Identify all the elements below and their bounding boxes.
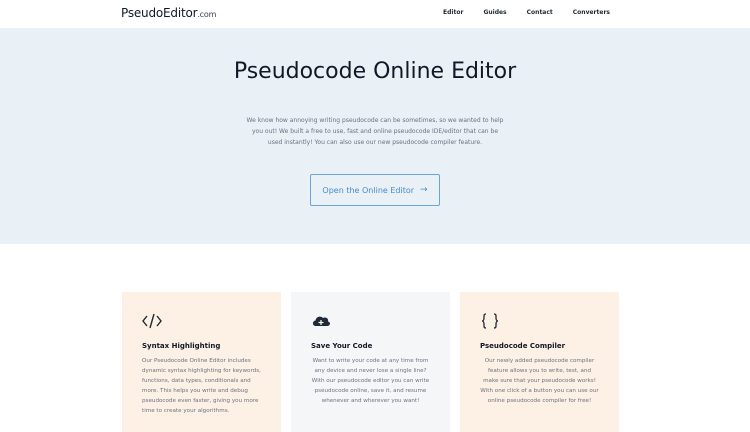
open-editor-label: Open the Online Editor <box>322 185 415 195</box>
nav-link-converters[interactable]: Converters <box>573 9 610 16</box>
hero-description: We know how annoying writing pseudocode … <box>246 117 504 146</box>
hero-section: Pseudocode Online Editor We know how ann… <box>0 28 750 244</box>
feature-title: Syntax Highlighting <box>142 342 221 350</box>
feature-card-compiler: Pseudocode Compiler Our newly added pseu… <box>460 292 619 432</box>
open-editor-button[interactable]: Open the Online Editor → <box>310 174 440 206</box>
curly-braces-icon <box>480 312 504 334</box>
top-navbar: PseudoEditor.com Editor Guides Contact C… <box>0 0 750 28</box>
brand-tld: .com <box>197 10 217 19</box>
feature-title: Pseudocode Compiler <box>480 342 566 350</box>
code-tag-icon <box>142 312 166 334</box>
nav-link-guides[interactable]: Guides <box>483 9 506 16</box>
brand-logo[interactable]: PseudoEditor.com <box>121 6 216 20</box>
nav-link-contact[interactable]: Contact <box>527 9 553 16</box>
brand-name: PseudoEditor <box>121 6 198 20</box>
hero-title: Pseudocode Online Editor <box>233 59 517 84</box>
nav-links: Editor Guides Contact Converters <box>423 9 610 16</box>
feature-card-save-code: Save Your Code Want to write your code a… <box>291 292 450 432</box>
feature-description: Our newly added pseudocode compiler feat… <box>480 358 599 404</box>
feature-title: Save Your Code <box>311 342 373 350</box>
nav-link-editor[interactable]: Editor <box>443 9 463 16</box>
arrow-right-icon: → <box>420 185 428 195</box>
feature-description: Want to write your code at any time from… <box>311 358 430 404</box>
cloud-upload-icon <box>311 312 335 334</box>
feature-description: Our Pseudocode Online Editor includes dy… <box>142 358 261 414</box>
feature-card-syntax-highlighting: Syntax Highlighting Our Pseudocode Onlin… <box>122 292 281 432</box>
